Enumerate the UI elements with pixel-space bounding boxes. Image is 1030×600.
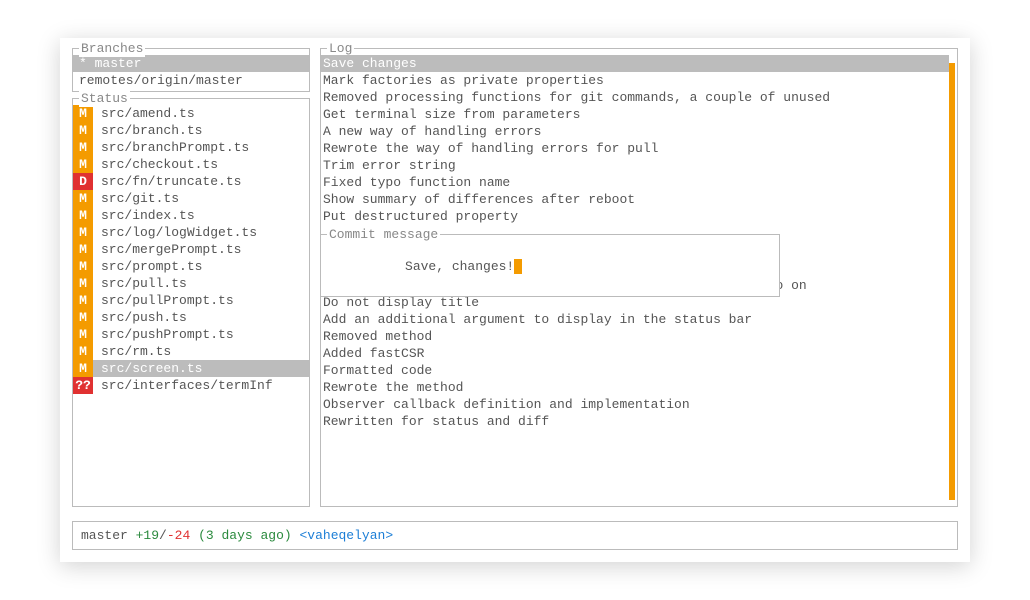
log-row[interactable]: Fixed typo function name [321, 174, 949, 191]
status-badge: M [73, 258, 93, 275]
status-file: src/amend.ts [93, 105, 309, 122]
status-row[interactable]: Msrc/rm.ts [73, 343, 309, 360]
log-row[interactable]: Show summary of differences after reboot [321, 191, 949, 208]
status-badge: ?? [73, 377, 93, 394]
right-column: Log Save changesMark factories as privat… [320, 48, 958, 507]
statusbar-author: <vaheqelyan> [300, 528, 394, 543]
statusbar-additions: +19 [136, 528, 159, 543]
status-badge: M [73, 122, 93, 139]
status-badge: M [73, 360, 93, 377]
log-row[interactable]: Save changes [321, 55, 949, 72]
log-row[interactable]: Get terminal size from parameters [321, 106, 949, 123]
status-file: src/rm.ts [93, 343, 309, 360]
status-file: src/pushPrompt.ts [93, 326, 309, 343]
status-row[interactable]: Msrc/pushPrompt.ts [73, 326, 309, 343]
log-row[interactable]: Removed method [321, 328, 949, 345]
status-file: src/log/logWidget.ts [93, 224, 309, 241]
status-file: src/pull.ts [93, 275, 309, 292]
status-badge: M [73, 190, 93, 207]
status-row[interactable]: Msrc/git.ts [73, 190, 309, 207]
status-file: src/screen.ts [93, 360, 309, 377]
left-column: Branches * masterremotes/origin/master S… [72, 48, 310, 507]
log-row[interactable]: Rewritten for status and diff [321, 413, 949, 430]
status-badge: M [73, 309, 93, 326]
log-row[interactable]: Rewrote the method [321, 379, 949, 396]
status-file: src/fn/truncate.ts [93, 173, 309, 190]
statusbar-age: (3 days ago) [198, 528, 292, 543]
log-row[interactable]: Add an additional argument to display in… [321, 311, 949, 328]
branch-row[interactable]: remotes/origin/master [73, 72, 309, 89]
status-file: src/index.ts [93, 207, 309, 224]
log-row[interactable]: Formatted code [321, 362, 949, 379]
status-file: src/branch.ts [93, 122, 309, 139]
status-panel[interactable]: Status Msrc/amend.tsMsrc/branch.tsMsrc/b… [72, 98, 310, 507]
branches-panel[interactable]: Branches * masterremotes/origin/master [72, 48, 310, 92]
status-badge: M [73, 275, 93, 292]
commit-message-panel[interactable]: Commit message Save, changes! [320, 234, 780, 297]
status-bar: master +19/-24 (3 days ago) <vaheqelyan> [72, 521, 958, 550]
log-row[interactable]: Rewrote the way of handling errors for p… [321, 140, 949, 157]
branch-row[interactable]: * master [73, 55, 309, 72]
log-row[interactable]: Mark factories as private properties [321, 72, 949, 89]
status-row[interactable]: Msrc/prompt.ts [73, 258, 309, 275]
status-badge: M [73, 207, 93, 224]
status-row[interactable]: Msrc/amend.ts [73, 105, 309, 122]
log-row[interactable]: A new way of handling errors [321, 123, 949, 140]
status-badge: M [73, 139, 93, 156]
status-file: src/push.ts [93, 309, 309, 326]
branches-title: Branches [79, 40, 145, 57]
status-row[interactable]: Msrc/push.ts [73, 309, 309, 326]
status-row[interactable]: Msrc/checkout.ts [73, 156, 309, 173]
commit-message-value: Save, changes! [405, 259, 514, 274]
status-file: src/branchPrompt.ts [93, 139, 309, 156]
log-row[interactable]: Put destructured property [321, 208, 949, 225]
status-file: src/mergePrompt.ts [93, 241, 309, 258]
status-row[interactable]: Msrc/branch.ts [73, 122, 309, 139]
status-badge: M [73, 105, 93, 122]
commit-message-input[interactable]: Save, changes! [327, 241, 773, 292]
status-file: src/interfaces/termInf [93, 377, 309, 394]
status-file: src/git.ts [93, 190, 309, 207]
text-cursor [514, 259, 522, 274]
status-row[interactable]: Dsrc/fn/truncate.ts [73, 173, 309, 190]
statusbar-branch: master [81, 528, 128, 543]
status-badge: M [73, 224, 93, 241]
statusbar-deletions: -24 [167, 528, 190, 543]
log-row[interactable]: Removed processing functions for git com… [321, 89, 949, 106]
log-row[interactable]: Observer callback definition and impleme… [321, 396, 949, 413]
status-badge: M [73, 156, 93, 173]
commit-message-title: Commit message [327, 226, 440, 243]
status-row[interactable]: ??src/interfaces/termInf [73, 377, 309, 394]
status-badge: M [73, 241, 93, 258]
status-row[interactable]: Msrc/mergePrompt.ts [73, 241, 309, 258]
status-file: src/prompt.ts [93, 258, 309, 275]
status-row[interactable]: Msrc/pull.ts [73, 275, 309, 292]
status-title: Status [79, 90, 130, 107]
status-row[interactable]: Msrc/screen.ts [73, 360, 309, 377]
status-row[interactable]: Msrc/index.ts [73, 207, 309, 224]
status-badge: M [73, 292, 93, 309]
status-row[interactable]: Msrc/pullPrompt.ts [73, 292, 309, 309]
status-file: src/pullPrompt.ts [93, 292, 309, 309]
app-root: Branches * masterremotes/origin/master S… [60, 38, 970, 562]
status-badge: D [73, 173, 93, 190]
status-row[interactable]: Msrc/log/logWidget.ts [73, 224, 309, 241]
status-badge: M [73, 343, 93, 360]
log-scrollbar[interactable] [949, 63, 955, 500]
status-badge: M [73, 326, 93, 343]
status-row[interactable]: Msrc/branchPrompt.ts [73, 139, 309, 156]
log-row[interactable]: Added fastCSR [321, 345, 949, 362]
status-file: src/checkout.ts [93, 156, 309, 173]
main-columns: Branches * masterremotes/origin/master S… [72, 48, 958, 507]
log-row[interactable]: Trim error string [321, 157, 949, 174]
